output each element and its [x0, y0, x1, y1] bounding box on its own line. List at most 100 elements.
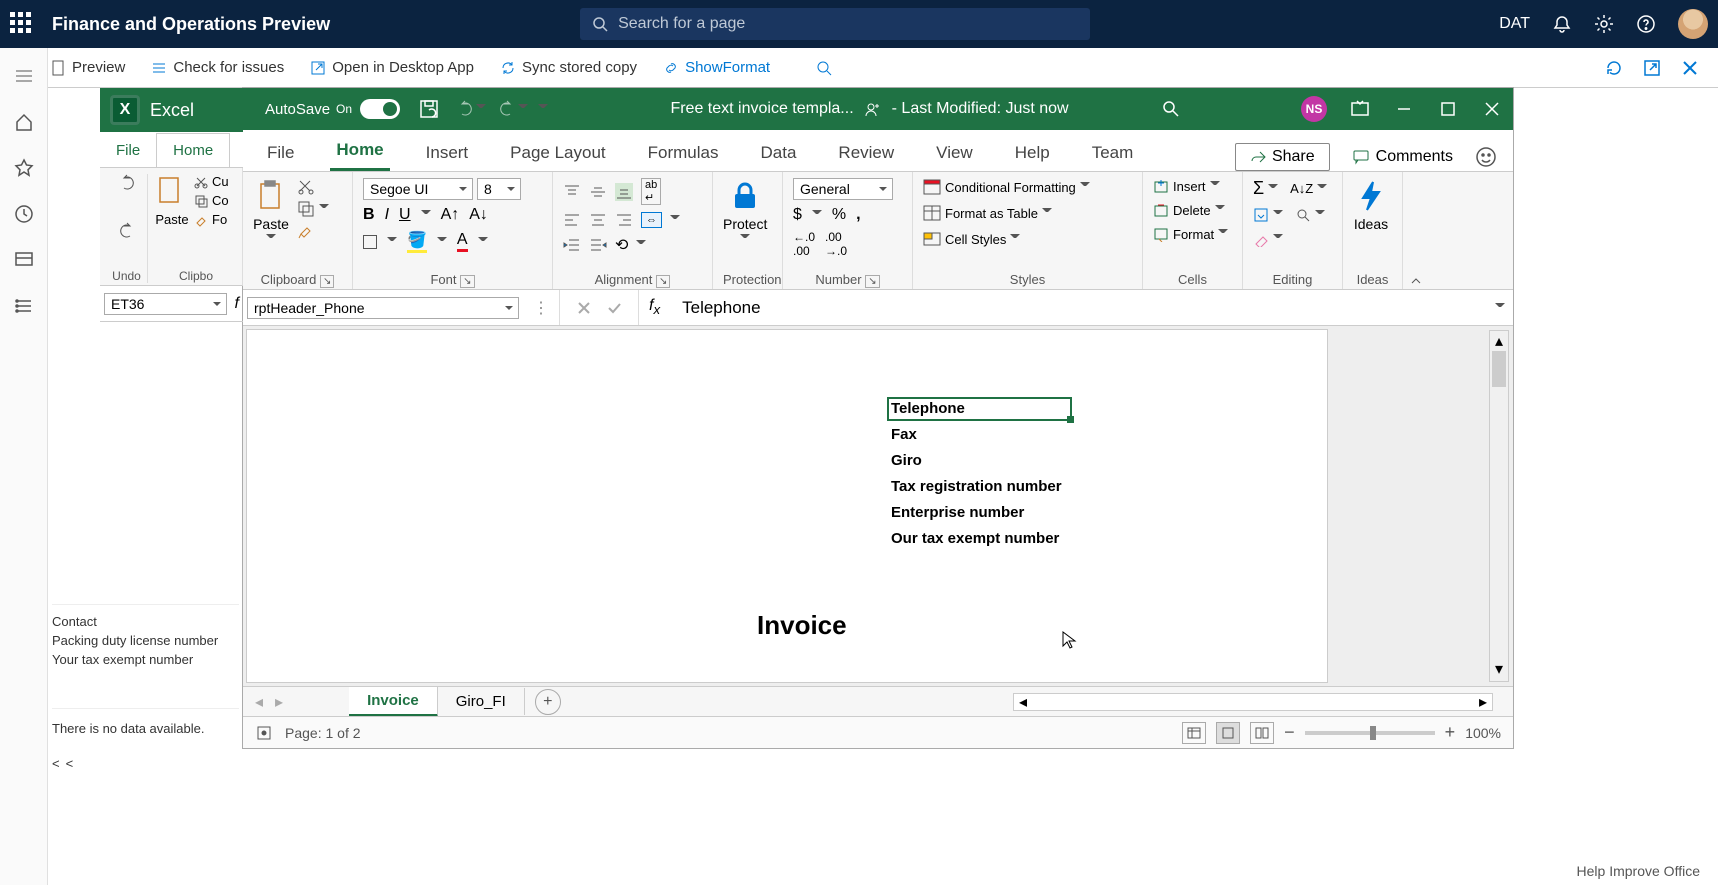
chevron-down-icon[interactable]: [1317, 184, 1327, 194]
hscroll-right-icon[interactable]: ▸: [1474, 692, 1492, 712]
wrap-text-button[interactable]: ab↵: [641, 178, 661, 205]
scroll-up-icon[interactable]: ▴: [1490, 331, 1508, 351]
zoom-in-button[interactable]: +: [1445, 722, 1456, 743]
page-layout-view-button[interactable]: [1216, 722, 1240, 744]
add-sheet-button[interactable]: +: [535, 689, 561, 715]
sheet-tab-giro[interactable]: Giro_FI: [438, 688, 525, 715]
name-box[interactable]: rptHeader_Phone: [247, 297, 519, 319]
fill-button-icon[interactable]: [1253, 207, 1269, 223]
ideas-button[interactable]: Ideas: [1353, 178, 1389, 232]
undo-icon[interactable]: [118, 174, 136, 192]
bg-tab-file[interactable]: File: [100, 134, 156, 167]
user-avatar[interactable]: [1678, 9, 1708, 39]
bg-namebox-value[interactable]: ET36: [104, 293, 227, 315]
decrease-indent-icon[interactable]: [563, 236, 581, 254]
tab-team[interactable]: Team: [1086, 135, 1140, 171]
sheet-nav-first-icon[interactable]: ◂: [249, 692, 269, 712]
comma-button[interactable]: ,: [856, 206, 860, 224]
minimize-icon[interactable]: [1393, 98, 1415, 120]
clock-icon[interactable]: [14, 204, 34, 224]
tab-home[interactable]: Home: [330, 132, 389, 171]
shrink-font-button[interactable]: A↓: [469, 206, 488, 224]
clear-button-icon[interactable]: [1253, 231, 1269, 247]
bg-name-box[interactable]: ET36f: [100, 286, 243, 322]
sync-link[interactable]: Sync stored copy: [500, 59, 637, 76]
coauthor-icon[interactable]: [864, 100, 882, 118]
chevron-down-icon[interactable]: [437, 237, 447, 247]
merge-button[interactable]: ⇔: [641, 212, 662, 228]
tab-file[interactable]: File: [261, 135, 300, 171]
qat-customize-icon[interactable]: [538, 104, 548, 114]
redo-icon[interactable]: [118, 222, 136, 240]
autosum-button[interactable]: Σ: [1253, 178, 1264, 199]
undo-dd-icon[interactable]: [476, 104, 486, 114]
help-icon[interactable]: [1636, 14, 1656, 34]
close-icon[interactable]: [1680, 58, 1700, 78]
copy-icon[interactable]: [297, 200, 315, 218]
chevron-down-icon[interactable]: [636, 240, 646, 250]
chevron-down-icon[interactable]: [387, 237, 397, 247]
refresh-icon[interactable]: [1604, 58, 1624, 78]
user-initials[interactable]: NS: [1301, 96, 1327, 122]
number-format-select[interactable]: General: [793, 178, 893, 200]
namebox-menu-icon[interactable]: ⋮: [523, 298, 559, 318]
redo-dd-icon[interactable]: [518, 104, 528, 114]
tab-insert[interactable]: Insert: [420, 135, 475, 171]
tab-review[interactable]: Review: [832, 135, 900, 171]
insert-cells-button[interactable]: Insert: [1153, 178, 1228, 194]
bell-icon[interactable]: [1552, 14, 1572, 34]
grow-font-button[interactable]: A↑: [441, 206, 460, 224]
normal-view-button[interactable]: [1182, 722, 1206, 744]
fontsize-select[interactable]: 8: [477, 178, 521, 200]
percent-button[interactable]: %: [832, 206, 846, 224]
hamburger-icon[interactable]: [14, 66, 34, 86]
cut-icon[interactable]: [297, 178, 315, 196]
formula-bar-value[interactable]: Telephone: [670, 298, 1495, 318]
show-format-link[interactable]: ShowFormat: [663, 59, 770, 76]
gear-icon[interactable]: [1594, 14, 1614, 34]
workspace-icon[interactable]: [14, 250, 34, 270]
chevron-down-icon[interactable]: [670, 215, 680, 225]
record-macro-icon[interactable]: [255, 724, 273, 742]
smiley-icon[interactable]: [1475, 146, 1497, 168]
bg-cut-button[interactable]: Cu: [194, 174, 229, 189]
chevron-down-icon[interactable]: [1273, 234, 1283, 244]
check-issues-link[interactable]: Check for issues: [151, 59, 284, 76]
sheet-nav-prev-icon[interactable]: ▸: [269, 692, 289, 712]
tb-search-icon[interactable]: [1161, 99, 1181, 119]
bold-button[interactable]: B: [363, 206, 375, 224]
chevron-down-icon[interactable]: [478, 237, 488, 247]
popout-icon[interactable]: [1642, 58, 1662, 78]
help-improve-link[interactable]: Help Improve Office: [1577, 863, 1700, 879]
align-top-icon[interactable]: [563, 183, 581, 201]
collapse-ribbon-icon[interactable]: [1408, 273, 1424, 289]
bg-tab-home[interactable]: Home: [156, 133, 230, 167]
save-icon[interactable]: [418, 98, 440, 120]
scroll-down-icon[interactable]: ▾: [1490, 659, 1508, 679]
chevron-down-icon[interactable]: [421, 210, 431, 220]
paste-button[interactable]: Paste: [253, 178, 289, 244]
hscroll-left-icon[interactable]: ◂: [1014, 692, 1032, 712]
format-painter-icon[interactable]: [297, 222, 315, 240]
conditional-formatting-button[interactable]: Conditional Formatting: [923, 178, 1090, 196]
autosave-toggle[interactable]: [360, 99, 400, 119]
tab-data[interactable]: Data: [755, 135, 803, 171]
global-search[interactable]: Search for a page: [580, 8, 1090, 40]
increase-indent-icon[interactable]: [589, 236, 607, 254]
bg-nav-prev-icon[interactable]: <: [66, 756, 74, 771]
share-button[interactable]: Share: [1235, 143, 1330, 171]
tab-view[interactable]: View: [930, 135, 979, 171]
comments-button[interactable]: Comments: [1352, 148, 1453, 166]
italic-button[interactable]: I: [385, 206, 389, 224]
waffle-icon[interactable]: [10, 12, 34, 36]
chevron-down-icon[interactable]: [1268, 184, 1278, 194]
scroll-thumb[interactable]: [1492, 351, 1506, 387]
chevron-down-icon[interactable]: [319, 204, 329, 214]
orientation-button[interactable]: ⟲: [615, 235, 628, 255]
vertical-scrollbar[interactable]: ▴ ▾: [1489, 330, 1509, 682]
bg-nav-first-icon[interactable]: <: [52, 756, 60, 771]
tab-formulas[interactable]: Formulas: [642, 135, 725, 171]
align-right-icon[interactable]: [615, 211, 633, 229]
tab-help[interactable]: Help: [1009, 135, 1056, 171]
increase-decimal-button[interactable]: ←.0.00: [793, 230, 815, 258]
